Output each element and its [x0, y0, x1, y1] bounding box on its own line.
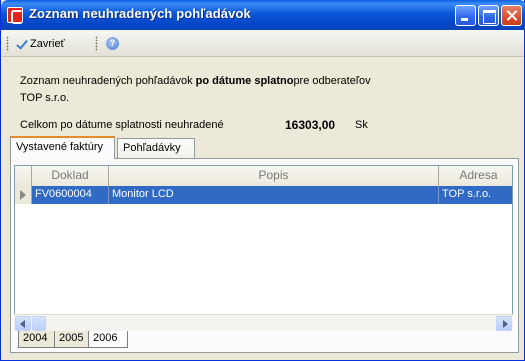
- toolbar-grip-icon[interactable]: [6, 36, 9, 51]
- toolbar-grip-icon[interactable]: [95, 36, 98, 51]
- minimize-button[interactable]: [455, 5, 476, 26]
- tab-year-2006[interactable]: 2006: [88, 331, 128, 348]
- cell-adresa[interactable]: TOP s.r.o.: [439, 186, 512, 204]
- title-bar[interactable]: Zoznam neuhradených pohľadávok: [1, 0, 525, 30]
- maximize-button[interactable]: [478, 5, 499, 26]
- column-header-adresa[interactable]: Adresa: [439, 166, 512, 186]
- info-text-suffix: pre odberateľov: [293, 75, 371, 87]
- close-window-button[interactable]: [501, 5, 522, 26]
- check-icon: [15, 38, 27, 50]
- close-button-label: Zavrieť: [30, 37, 65, 50]
- close-button[interactable]: Zavrieť: [12, 34, 68, 53]
- scroll-thumb[interactable]: [32, 316, 46, 331]
- cell-popis[interactable]: Monitor LCD: [109, 186, 439, 204]
- invoices-grid[interactable]: Doklad Popis Adresa FV0600004 Monitor LC…: [14, 165, 513, 325]
- scroll-left-icon[interactable]: [15, 316, 31, 331]
- info-text-bold: po dátume splatno: [195, 75, 294, 87]
- tab-year-2005[interactable]: 2005: [54, 331, 90, 348]
- info-text-prefix: Zoznam neuhradených pohľadávok: [20, 75, 196, 87]
- toolbar: Zavrieť ?: [2, 30, 524, 57]
- app-logo-icon[interactable]: [7, 7, 23, 24]
- table-row[interactable]: FV0600004 Monitor LCD TOP s.r.o.: [32, 186, 512, 204]
- row-indicator-header: [15, 166, 32, 186]
- total-currency: Sk: [355, 119, 368, 131]
- tab-pohladavky[interactable]: Pohľadávky: [117, 138, 195, 159]
- main-window: Zoznam neuhradených pohľadávok Zavrieť ?…: [0, 0, 525, 361]
- column-header-popis[interactable]: Popis: [109, 166, 439, 186]
- tab-vystavene-faktury[interactable]: Vystavené faktúry: [10, 136, 115, 159]
- total-label: Celkom po dátume splatnosti neuhradené: [20, 119, 224, 131]
- grid-header: Doklad Popis Adresa: [15, 166, 512, 186]
- help-icon[interactable]: ?: [106, 37, 119, 50]
- column-header-doklad[interactable]: Doklad: [32, 166, 109, 186]
- window-title: Zoznam neuhradených pohľadávok: [29, 6, 251, 21]
- horizontal-scrollbar[interactable]: [14, 314, 513, 331]
- scroll-right-icon[interactable]: [496, 316, 512, 331]
- cell-doklad[interactable]: FV0600004: [32, 186, 109, 204]
- tab-year-2004[interactable]: 2004: [18, 331, 56, 348]
- customer-name: TOP s.r.o.: [20, 92, 70, 104]
- row-pointer-icon[interactable]: [15, 186, 32, 204]
- total-value: 16303,00: [285, 118, 336, 132]
- info-description: Zoznam neuhradených pohľadávok po dátume…: [20, 75, 371, 87]
